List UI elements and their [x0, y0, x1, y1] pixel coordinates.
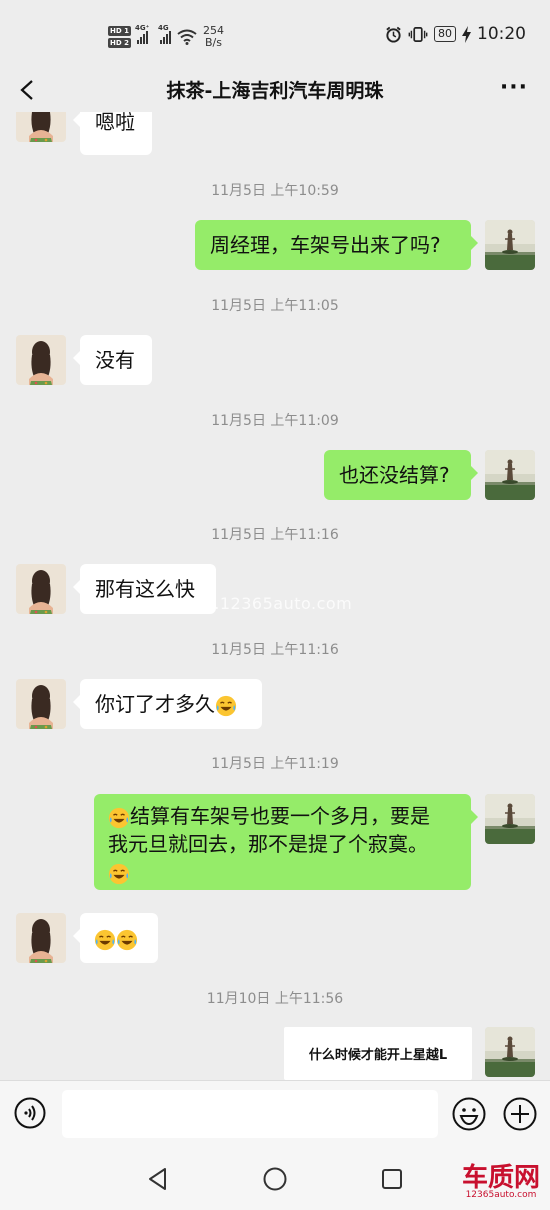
timestamp: 11月5日 上午11:16: [211, 642, 339, 658]
contact-avatar[interactable]: [16, 335, 66, 385]
message-incoming-emoji[interactable]: [73, 913, 158, 963]
clock: 10:20: [477, 24, 526, 44]
input-bar: [0, 1080, 550, 1147]
message-text-line2: 我元旦就回去，那不是提了个寂寞。: [108, 832, 428, 856]
battery-level: 80: [434, 26, 456, 42]
contact-avatar[interactable]: [16, 913, 66, 963]
status-bar-right: 80 10:20: [385, 24, 526, 44]
laughing-emoji-icon: [108, 863, 130, 885]
vibrate-icon: [408, 26, 428, 42]
timestamp: 11月10日 上午11:56: [206, 991, 344, 1007]
signal-2-icon: 4G: [158, 24, 171, 44]
my-avatar[interactable]: [485, 794, 535, 844]
message-text: 周经理，车架号出来了吗?: [210, 233, 441, 257]
message-incoming[interactable]: 没有: [73, 335, 152, 385]
laughing-emoji-icon: [108, 807, 130, 829]
message-incoming[interactable]: 你订了才多久: [73, 679, 262, 729]
emoji-icon[interactable]: [452, 1097, 486, 1131]
network-type-1: 4G⁺: [134, 24, 150, 32]
nav-back-icon[interactable]: [146, 1167, 170, 1191]
message-input[interactable]: [62, 1090, 438, 1138]
timestamp: 11月5日 上午11:09: [211, 413, 339, 429]
nav-recent-apps-icon[interactable]: [381, 1168, 403, 1190]
brand-name: 车质网: [461, 1163, 540, 1193]
wifi-icon: [177, 29, 197, 45]
image-message-text: 什么时候才能开上星越L: [308, 1048, 448, 1063]
signal-1-icon: 4G⁺: [135, 24, 149, 44]
message-outgoing[interactable]: 结算有车架号也要一个多月，要是 我元旦就回去，那不是提了个寂寞。: [94, 794, 478, 890]
hd1-badge: HD 1: [108, 26, 131, 36]
timestamp: 11月5日 上午11:05: [211, 298, 339, 314]
network-type-2: 4G: [157, 24, 169, 32]
message-text-line1: 结算有车架号也要一个多月，要是: [130, 804, 430, 828]
plus-icon[interactable]: [503, 1097, 537, 1131]
my-avatar[interactable]: [485, 220, 535, 270]
network-speed: 254 B/s: [203, 25, 224, 49]
message-outgoing[interactable]: 周经理，车架号出来了吗?: [195, 220, 478, 270]
message-outgoing[interactable]: 也还没结算?: [324, 450, 478, 500]
message-list[interactable]: 嗯啦 11月5日 上午10:59 周经理，车架号出来了吗? 11月5日 上午11…: [0, 112, 550, 1080]
status-bar: HD 1 HD 2 4G⁺ 4G 254 B/s 80 10:20: [0, 0, 550, 68]
contact-avatar[interactable]: [16, 679, 66, 729]
contact-avatar[interactable]: [16, 564, 66, 614]
my-avatar[interactable]: [485, 1027, 535, 1077]
network-speed-unit: B/s: [204, 36, 222, 49]
alarm-icon: [386, 26, 401, 43]
message-text: 你订了才多久: [95, 692, 215, 716]
status-bar-left: HD 1 HD 2 4G⁺ 4G 254 B/s: [108, 20, 224, 54]
watermark: www.12365auto.com: [175, 594, 353, 613]
timestamp: 11月5日 上午10:59: [211, 183, 339, 199]
laughing-emoji-icon: [94, 929, 116, 951]
hd2-badge: HD 2: [108, 38, 131, 48]
timestamp: 11月5日 上午11:16: [211, 527, 339, 543]
more-icon[interactable]: ···: [500, 77, 528, 99]
message-text: 没有: [95, 348, 135, 372]
chat-header: 抹茶-上海吉利汽车周明珠 ···: [0, 68, 550, 112]
voice-icon[interactable]: [14, 1097, 46, 1129]
laughing-emoji-icon: [116, 929, 138, 951]
hd-badges: HD 1 HD 2: [108, 26, 131, 48]
brand-url: 12365auto.com: [465, 1190, 537, 1200]
brand-logo: 车质网 12365auto.com: [462, 1165, 540, 1200]
chat-title: 抹茶-上海吉利汽车周明珠: [166, 80, 384, 102]
timestamp: 11月5日 上午11:19: [211, 756, 339, 772]
nav-home-icon[interactable]: [263, 1167, 287, 1191]
my-avatar[interactable]: [485, 450, 535, 500]
charging-icon: [462, 25, 471, 43]
message-text: 也还没结算?: [339, 463, 450, 487]
contact-avatar[interactable]: [16, 112, 66, 142]
message-text: 嗯啦: [95, 112, 135, 134]
image-message[interactable]: 什么时候才能开上星越L: [284, 1027, 472, 1080]
message-incoming[interactable]: 嗯啦: [73, 112, 152, 155]
laughing-emoji-icon: [215, 695, 237, 717]
